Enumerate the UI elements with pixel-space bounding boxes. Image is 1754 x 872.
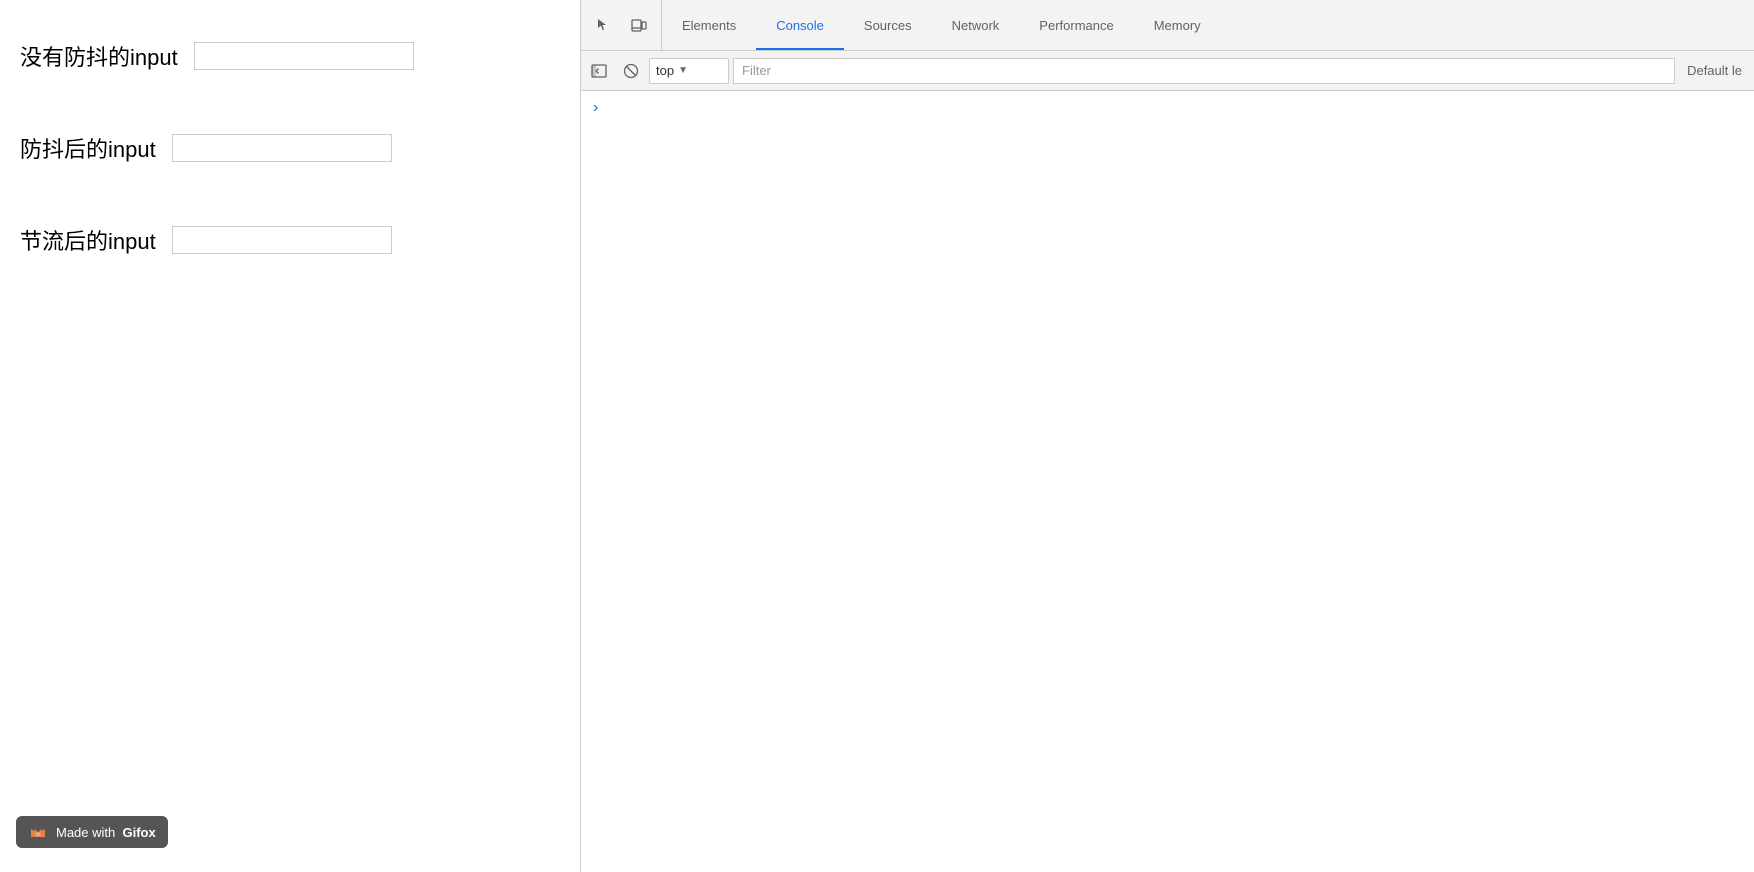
gifox-badge: Made with Gifox: [16, 816, 168, 848]
console-sidebar-icon[interactable]: [585, 57, 613, 85]
console-context-select[interactable]: top ▼: [649, 58, 729, 84]
default-levels-label: Default le: [1679, 63, 1750, 78]
gifox-badge-bold: Gifox: [122, 825, 155, 840]
debounce-input[interactable]: [172, 134, 392, 162]
console-filter-input[interactable]: [733, 58, 1675, 84]
no-debounce-input[interactable]: [194, 42, 414, 70]
debounce-row: 防抖后的input: [20, 132, 560, 164]
no-debounce-label: 没有防抖的input: [20, 40, 178, 72]
tab-console[interactable]: Console: [756, 0, 844, 50]
devtools-panel: Elements Console Sources Network Perform…: [581, 0, 1754, 872]
console-toolbar: top ▼ Default le: [581, 51, 1754, 91]
throttle-input[interactable]: [172, 226, 392, 254]
tab-memory[interactable]: Memory: [1134, 0, 1221, 50]
tab-sources[interactable]: Sources: [844, 0, 932, 50]
dropdown-arrow-icon: ▼: [678, 65, 688, 76]
inspect-icon[interactable]: [589, 11, 617, 39]
tab-network[interactable]: Network: [932, 0, 1020, 50]
devtools-tabs: Elements Console Sources Network Perform…: [662, 0, 1754, 50]
gifox-icon: [28, 822, 48, 842]
gifox-badge-text: Made with Gifox: [56, 825, 156, 840]
devtools-toolbar: Elements Console Sources Network Perform…: [581, 0, 1754, 51]
tab-performance[interactable]: Performance: [1019, 0, 1133, 50]
no-debounce-row: 没有防抖的input: [20, 40, 560, 72]
debounce-label: 防抖后的input: [20, 132, 156, 164]
throttle-label: 节流后的input: [20, 224, 156, 256]
console-content[interactable]: ›: [581, 91, 1754, 872]
console-prompt-chevron[interactable]: ›: [581, 91, 610, 125]
devtools-icon-group: [581, 0, 662, 50]
throttle-row: 节流后的input: [20, 224, 560, 256]
device-toolbar-icon[interactable]: [625, 11, 653, 39]
webpage-panel: 没有防抖的input 防抖后的input 节流后的input Made with…: [0, 0, 580, 872]
tab-elements[interactable]: Elements: [662, 0, 756, 50]
clear-console-icon[interactable]: [617, 57, 645, 85]
